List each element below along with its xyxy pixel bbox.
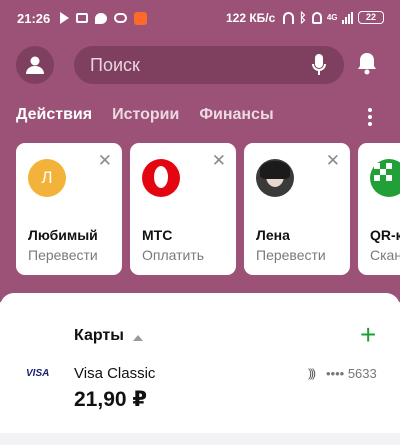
quick-action-card[interactable]: ✕ Л Любимый Перевести bbox=[16, 143, 122, 275]
tab-finances[interactable]: Финансы bbox=[199, 106, 273, 124]
quick-action-card[interactable]: ✕ МТС Оплатить bbox=[130, 143, 236, 275]
cards-section: Карты + VISA Visa Classic ))) •••• 5633 … bbox=[0, 293, 400, 433]
system-icons: ᛒ 4G bbox=[283, 10, 354, 25]
top-panel: 21:26 122 КБ/с ᛒ 4G 22 Поиск Действия Ис… bbox=[0, 0, 400, 302]
battery-icon: 22 bbox=[358, 11, 384, 24]
tab-actions[interactable]: Действия bbox=[16, 106, 92, 124]
contactless-icon: ))) bbox=[308, 366, 316, 380]
network-speed: 122 КБ/с bbox=[226, 11, 276, 25]
headphones-icon bbox=[283, 11, 294, 24]
play-icon bbox=[60, 12, 69, 24]
search-placeholder: Поиск bbox=[90, 55, 140, 75]
network-type: 4G bbox=[326, 13, 338, 22]
microphone-icon[interactable] bbox=[312, 54, 326, 76]
app-icon bbox=[134, 11, 147, 25]
cloud-icon bbox=[114, 13, 127, 23]
status-time: 21:26 bbox=[17, 11, 51, 26]
tab-stories[interactable]: Истории bbox=[112, 106, 179, 124]
card-number: •••• 5633 bbox=[326, 366, 377, 381]
chat-icon bbox=[95, 12, 107, 24]
quick-action-card[interactable]: ✕ Лена Перевести bbox=[244, 143, 350, 275]
quick-action-name: QR-к bbox=[370, 227, 400, 243]
bell-icon[interactable] bbox=[356, 52, 378, 76]
mute-bell-icon bbox=[311, 11, 322, 24]
quick-action-card[interactable]: QR-к Скан bbox=[358, 143, 400, 275]
contact-photo-avatar bbox=[256, 159, 294, 197]
quick-action-subtitle: Оплатить bbox=[142, 247, 205, 263]
quick-actions-row: ✕ Л Любимый Перевести ✕ МТС Оплатить ✕ Л… bbox=[16, 143, 400, 275]
profile-icon bbox=[26, 56, 44, 74]
visa-logo-icon: VISA bbox=[26, 368, 50, 379]
close-icon[interactable]: ✕ bbox=[98, 151, 112, 171]
close-icon[interactable]: ✕ bbox=[326, 151, 340, 171]
quick-action-subtitle: Скан bbox=[370, 247, 400, 263]
profile-button[interactable] bbox=[16, 46, 54, 84]
search-input[interactable]: Поиск bbox=[74, 46, 344, 84]
cards-section-title[interactable]: Карты bbox=[74, 327, 124, 345]
notification-icons bbox=[60, 11, 147, 25]
quick-action-name: Любимый bbox=[28, 227, 98, 243]
contact-avatar: Л bbox=[28, 159, 66, 197]
more-menu-icon[interactable] bbox=[368, 108, 374, 128]
card-name: Visa Classic bbox=[74, 365, 156, 382]
status-bar: 21:26 122 КБ/с ᛒ 4G 22 bbox=[0, 0, 400, 36]
quick-action-subtitle: Перевести bbox=[28, 247, 98, 263]
quick-action-subtitle: Перевести bbox=[256, 247, 326, 263]
tab-bar: Действия Истории Финансы bbox=[16, 106, 274, 124]
add-card-button[interactable]: + bbox=[360, 321, 376, 349]
quick-action-name: МТС bbox=[142, 227, 173, 243]
close-icon[interactable]: ✕ bbox=[212, 151, 226, 171]
qr-code-icon bbox=[370, 159, 400, 197]
signal-icon bbox=[342, 11, 354, 24]
bluetooth-icon: ᛒ bbox=[299, 10, 307, 25]
collapse-caret-icon[interactable] bbox=[133, 335, 143, 341]
mail-icon bbox=[76, 13, 88, 23]
quick-action-name: Лена bbox=[256, 227, 290, 243]
card-balance: 21,90 ₽ bbox=[74, 388, 147, 411]
mts-logo-icon bbox=[142, 159, 180, 197]
